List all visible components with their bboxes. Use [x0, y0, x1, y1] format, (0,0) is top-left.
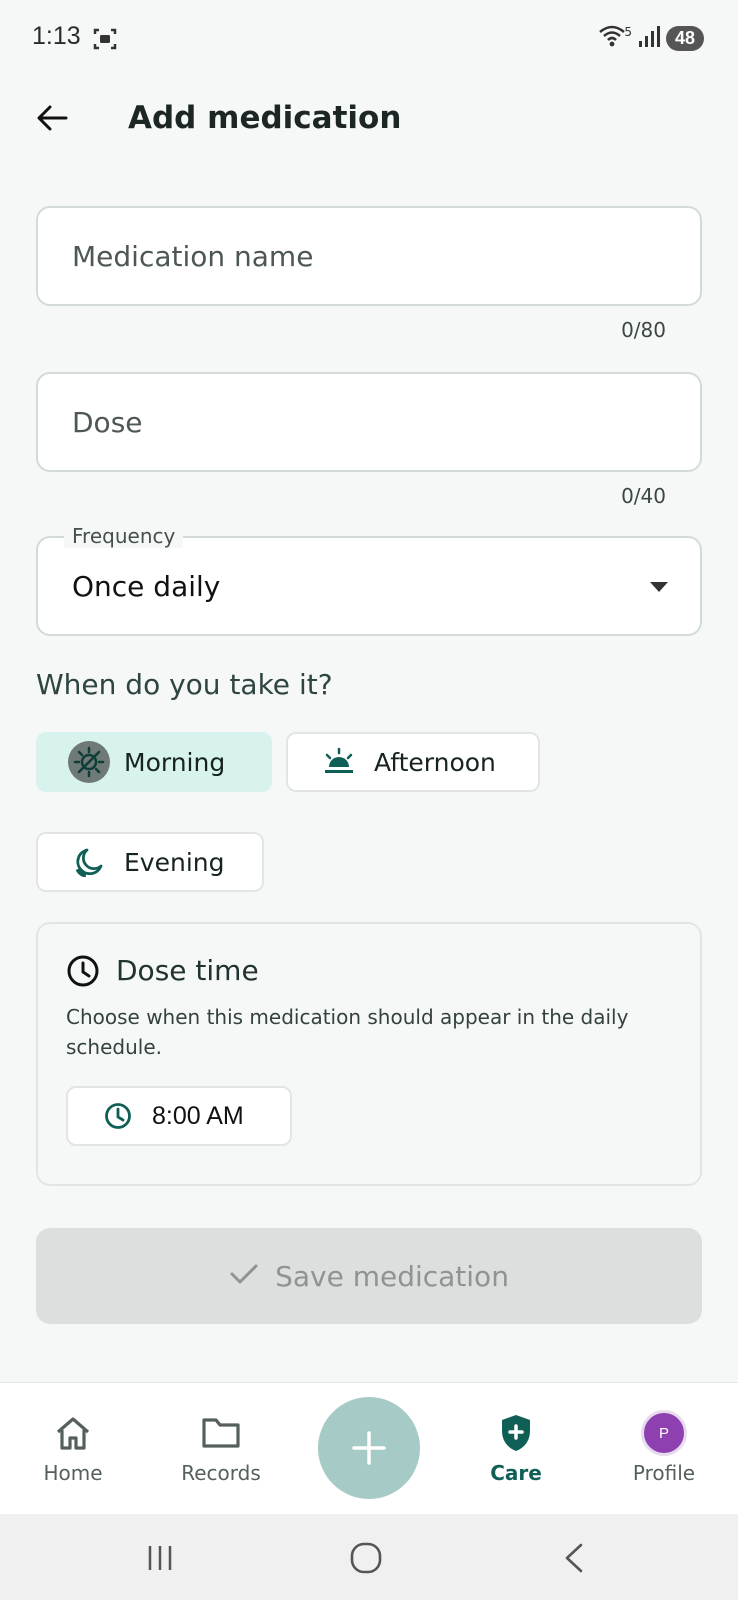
frequency-value: Once daily	[72, 570, 221, 603]
top-app-bar: Add medication	[0, 82, 738, 158]
plus-icon	[352, 1431, 386, 1465]
nav-home-label: Home	[43, 1461, 103, 1485]
frequency-label: Frequency	[64, 524, 184, 548]
screen-record-icon	[92, 26, 118, 56]
shield-plus-icon	[499, 1413, 533, 1453]
status-time: 1:13	[32, 22, 81, 50]
home-circle-icon	[350, 1542, 382, 1574]
medication-name-counter: 0/80	[621, 318, 666, 342]
folder-icon	[201, 1413, 241, 1453]
when-question: When do you take it?	[36, 668, 333, 701]
save-medication-button[interactable]: Save medication	[36, 1228, 702, 1324]
back-button[interactable]	[28, 94, 76, 142]
frequency-select[interactable]: Frequency Once daily	[36, 524, 702, 636]
dose-counter: 0/40	[621, 484, 666, 508]
nav-profile-label: Profile	[632, 1461, 696, 1485]
bottom-navigation: Home Records Care P Profile	[0, 1382, 738, 1514]
dropdown-caret-icon	[650, 582, 668, 592]
chip-afternoon-label: Afternoon	[374, 747, 496, 777]
dose-time-description: Choose when this medication should appea…	[66, 1005, 629, 1059]
system-navigation-bar	[0, 1514, 738, 1600]
dose-time-button[interactable]: 8:00 AM	[66, 1086, 292, 1146]
moon-icon	[66, 839, 112, 885]
sunset-icon	[316, 739, 362, 785]
nav-home[interactable]: Home	[13, 1383, 133, 1515]
clock-icon	[66, 954, 100, 992]
signal-icon	[638, 25, 660, 51]
chip-morning-label: Morning	[124, 747, 226, 777]
home-icon	[54, 1413, 92, 1453]
arrow-left-icon	[37, 105, 68, 131]
page-title: Add medication	[128, 100, 402, 136]
nav-profile[interactable]: P Profile	[604, 1383, 724, 1515]
nav-care-label: Care	[490, 1461, 542, 1485]
status-indicators: 5 48	[598, 24, 704, 52]
chip-morning[interactable]: Morning	[36, 732, 272, 792]
nav-records-label: Records	[181, 1461, 261, 1485]
recent-apps-icon	[148, 1546, 172, 1570]
morning-sun-icon	[66, 739, 112, 785]
nav-records[interactable]: Records	[161, 1383, 281, 1515]
clock-icon	[104, 1102, 132, 1130]
chip-evening-label: Evening	[124, 847, 225, 877]
home-system-button[interactable]	[336, 1536, 396, 1580]
dose-time-title: Dose time	[116, 954, 259, 987]
add-fab-button[interactable]	[318, 1397, 420, 1499]
back-system-button[interactable]	[544, 1536, 604, 1580]
chip-afternoon[interactable]: Afternoon	[286, 732, 540, 792]
dose-time-value: 8:00 AM	[152, 1101, 244, 1130]
status-bar: 1:13 5 48	[0, 0, 738, 80]
save-medication-label: Save medication	[275, 1259, 509, 1293]
check-icon	[229, 1262, 259, 1290]
dose-input[interactable]	[38, 374, 700, 470]
medication-name-input[interactable]	[38, 208, 700, 304]
avatar: P	[641, 1410, 687, 1456]
back-chevron-icon	[565, 1543, 583, 1573]
dose-field[interactable]	[36, 372, 702, 472]
medication-name-field[interactable]	[36, 206, 702, 306]
chip-evening[interactable]: Evening	[36, 832, 264, 892]
dose-time-card: Dose time Choose when this medication sh…	[36, 922, 702, 1186]
nav-care[interactable]: Care	[456, 1383, 576, 1515]
network-badge: 5	[624, 25, 632, 39]
recent-apps-button[interactable]	[130, 1536, 190, 1580]
battery-indicator: 48	[665, 25, 704, 51]
